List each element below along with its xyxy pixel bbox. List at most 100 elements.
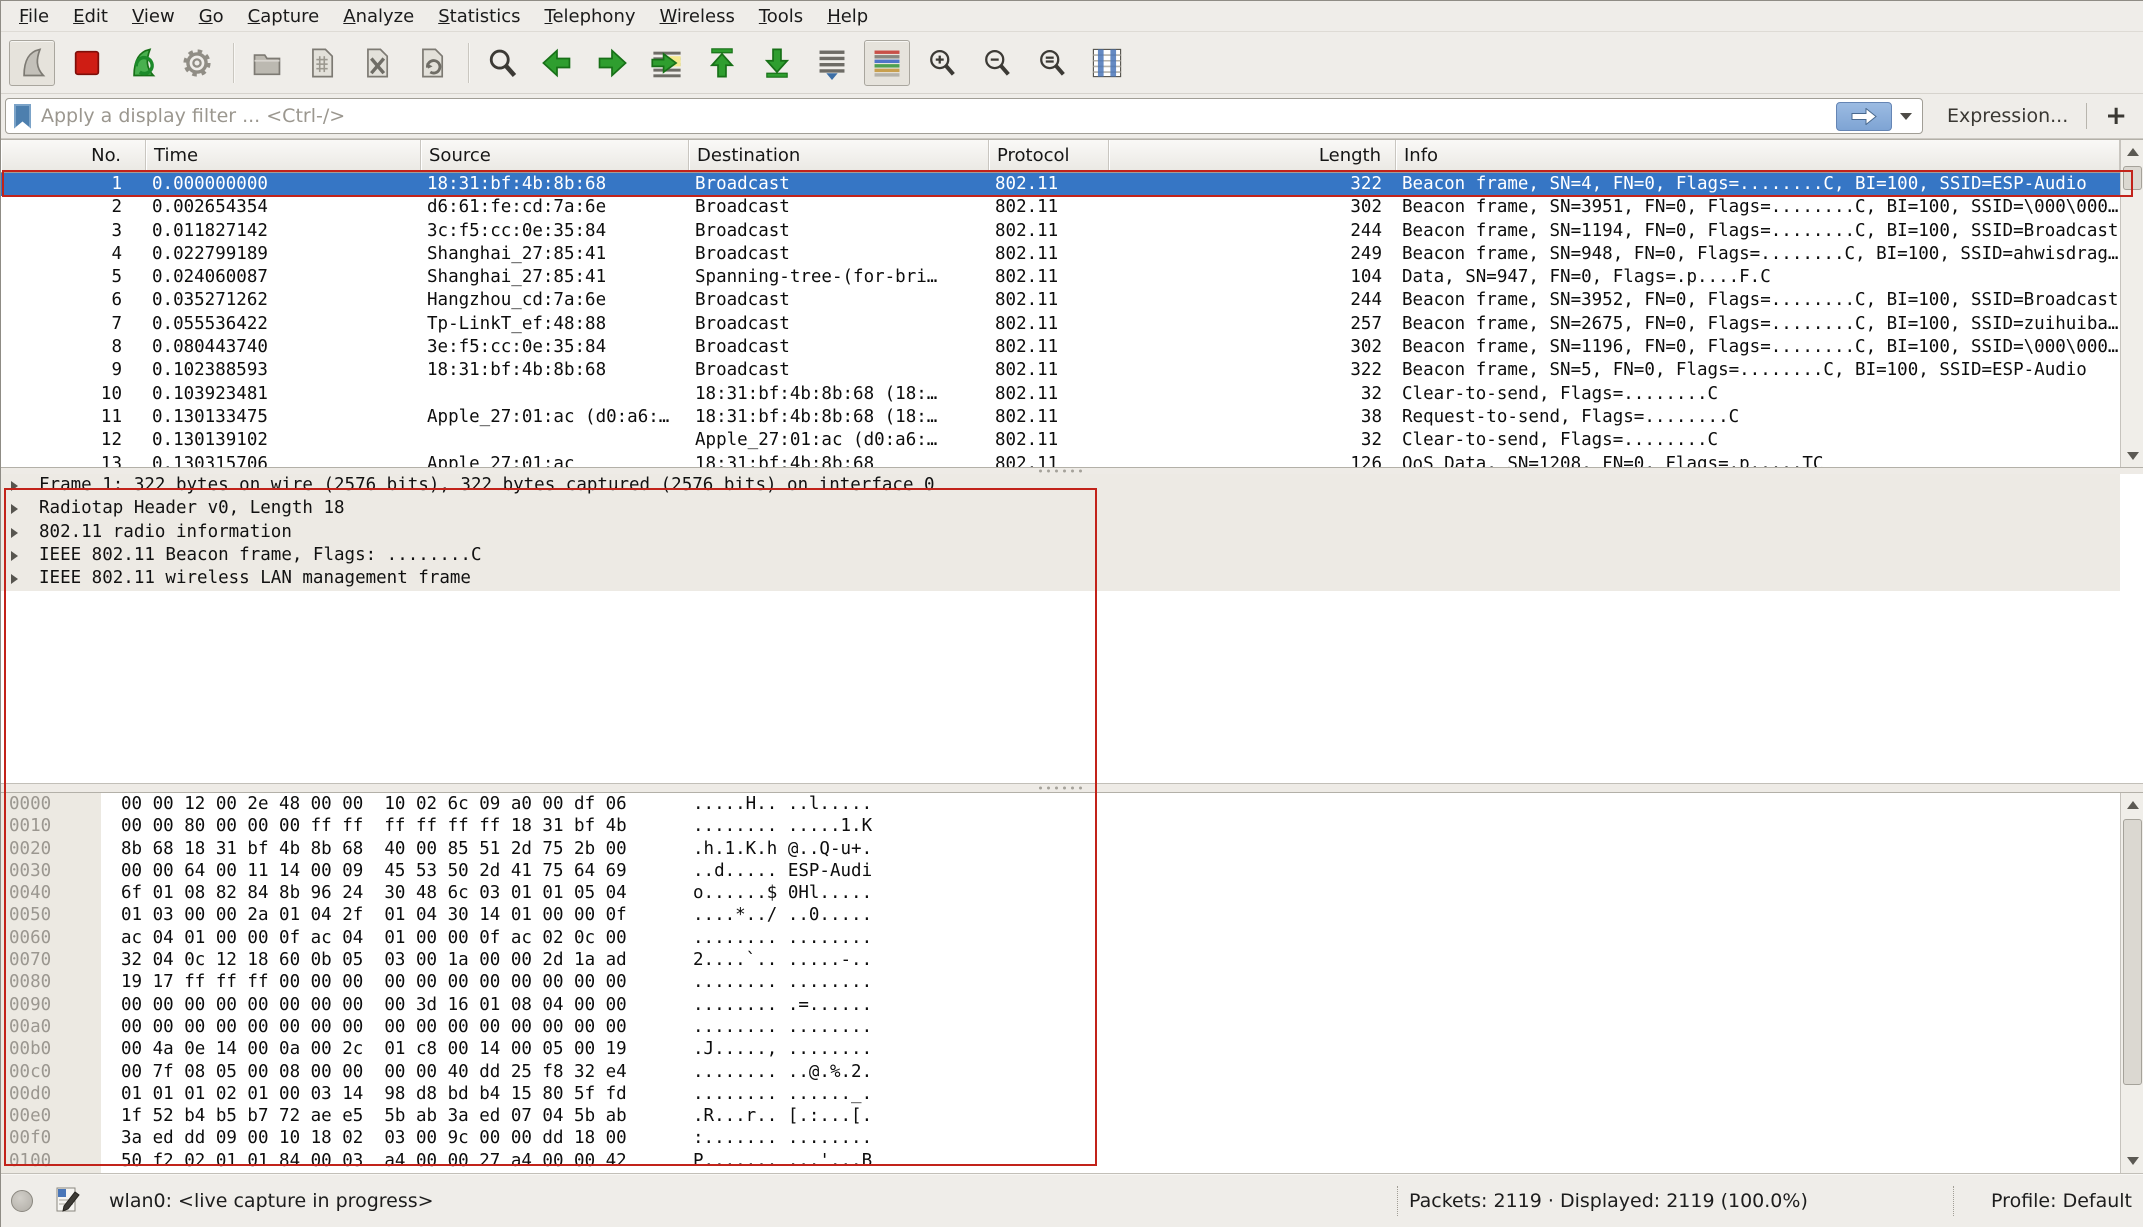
hex-ascii[interactable]: ........ ..@.%.2.	[693, 1061, 872, 1083]
go-first-packet-button[interactable]	[699, 40, 745, 86]
packet-bytes-scrollbar[interactable]	[2120, 793, 2143, 1173]
packet-row-6[interactable]: 60.035271262Hangzhou_cd:7a:6eBroadcast80…	[1, 289, 2120, 312]
hex-bytes[interactable]: 00 00 64 00 11 14 00 09 45 53 50 2d 41 7…	[121, 860, 627, 882]
hex-ascii[interactable]: .h.1.K.h @..Q-u+.	[693, 838, 872, 860]
scrollbar-thumb[interactable]	[2123, 819, 2142, 1085]
column-header-no[interactable]: No.	[1, 140, 146, 172]
hex-bytes[interactable]: 01 01 01 02 01 00 03 14 98 d8 bd b4 15 8…	[121, 1083, 627, 1105]
menu-capture[interactable]: Capture	[236, 3, 332, 30]
open-file-button[interactable]	[244, 40, 290, 86]
hex-ascii[interactable]: .R...r.. [.:...[.	[693, 1105, 872, 1127]
save-file-button[interactable]	[299, 40, 345, 86]
splitter-grip[interactable]	[1039, 470, 1082, 473]
hex-bytes[interactable]: 01 03 00 00 2a 01 04 2f 01 04 30 14 01 0…	[121, 904, 627, 926]
capture-comment-icon[interactable]	[55, 1185, 81, 1217]
menu-analyze[interactable]: Analyze	[331, 3, 426, 30]
packet-row-9[interactable]: 90.10238859318:31:bf:4b:8b:68Broadcast80…	[1, 359, 2120, 382]
menu-telephony[interactable]: Telephony	[533, 3, 648, 30]
scroll-down-arrow[interactable]	[2121, 444, 2143, 467]
colorize-packets-button[interactable]	[864, 40, 910, 86]
menu-edit[interactable]: Edit	[61, 3, 120, 30]
expand-arrow-icon[interactable]	[11, 504, 18, 514]
packet-row-11[interactable]: 110.130133475Apple_27:01:ac (d0:a6:…18:3…	[1, 406, 2120, 429]
menu-help[interactable]: Help	[815, 3, 880, 30]
hex-bytes[interactable]: 00 00 80 00 00 00 ff ff ff ff ff ff 18 3…	[121, 815, 627, 837]
pane-splitter[interactable]	[1, 467, 2143, 474]
packet-row-13[interactable]: 130.130315706Apple_27:01:ac18:31:bf:4b:8…	[1, 453, 2120, 467]
hex-bytes[interactable]: 00 00 00 00 00 00 00 00 00 00 00 00 00 0…	[121, 1016, 627, 1038]
go-to-packet-button[interactable]	[644, 40, 690, 86]
stop-capture-button[interactable]	[64, 40, 110, 86]
hex-bytes[interactable]: 19 17 ff ff ff 00 00 00 00 00 00 00 00 0…	[121, 971, 627, 993]
column-header-proto[interactable]: Protocol	[989, 140, 1109, 172]
hex-row-0040[interactable]: 00406f 01 08 82 84 8b 96 24 30 48 6c 03 …	[1, 882, 2143, 904]
hex-row-00f0[interactable]: 00f03a ed dd 09 00 10 18 02 03 00 9c 00 …	[1, 1127, 2143, 1149]
display-filter-input[interactable]	[41, 105, 1836, 127]
expert-info-icon[interactable]	[11, 1190, 33, 1212]
hex-bytes[interactable]: 00 00 12 00 2e 48 00 00 10 02 6c 09 a0 0…	[121, 793, 627, 815]
hex-row-00e0[interactable]: 00e01f 52 b4 b5 b7 72 ae e5 5b ab 3a ed …	[1, 1105, 2143, 1127]
expand-arrow-icon[interactable]	[11, 551, 18, 561]
scroll-up-arrow[interactable]	[2121, 793, 2143, 817]
hex-bytes[interactable]: 00 00 00 00 00 00 00 00 00 3d 16 01 08 0…	[121, 994, 627, 1016]
packet-row-12[interactable]: 120.130139102Apple_27:01:ac (d0:a6:…802.…	[1, 429, 2120, 452]
detail-row-1[interactable]: Frame 1: 322 bytes on wire (2576 bits), …	[1, 474, 2143, 497]
packet-row-10[interactable]: 100.10392348118:31:bf:4b:8b:68 (18:…802.…	[1, 383, 2120, 406]
packet-row-2[interactable]: 20.002654354d6:61:fe:cd:7a:6eBroadcast80…	[1, 196, 2120, 219]
hex-row-0050[interactable]: 005001 03 00 00 2a 01 04 2f 01 04 30 14 …	[1, 904, 2143, 926]
packet-list-scrollbar[interactable]	[2120, 140, 2143, 467]
hex-bytes[interactable]: 00 4a 0e 14 00 0a 00 2c 01 c8 00 14 00 0…	[121, 1038, 627, 1060]
scroll-up-arrow[interactable]	[2121, 140, 2143, 164]
scroll-down-arrow[interactable]	[2121, 1149, 2143, 1173]
menu-tools[interactable]: Tools	[747, 3, 815, 30]
restart-capture-button[interactable]	[119, 40, 165, 86]
find-packet-button[interactable]	[479, 40, 525, 86]
hex-row-0000[interactable]: 000000 00 12 00 2e 48 00 00 10 02 6c 09 …	[1, 793, 2143, 815]
hex-ascii[interactable]: .....H.. ..l.....	[693, 793, 872, 815]
hex-ascii[interactable]: :....... ........	[693, 1127, 872, 1149]
hex-ascii[interactable]: ........ ........	[693, 927, 872, 949]
go-last-packet-button[interactable]	[754, 40, 800, 86]
packet-row-7[interactable]: 70.055536422Tp-LinkT_ef:48:88Broadcast80…	[1, 313, 2120, 336]
hex-bytes[interactable]: 6f 01 08 82 84 8b 96 24 30 48 6c 03 01 0…	[121, 882, 627, 904]
capture-options-button[interactable]	[174, 40, 220, 86]
column-header-info[interactable]: Info	[1396, 140, 2120, 172]
expand-arrow-icon[interactable]	[11, 528, 18, 538]
hex-row-0090[interactable]: 009000 00 00 00 00 00 00 00 00 3d 16 01 …	[1, 994, 2143, 1016]
hex-ascii[interactable]: ........ ......_.	[693, 1083, 872, 1105]
auto-scroll-button[interactable]	[809, 40, 855, 86]
hex-row-0010[interactable]: 001000 00 80 00 00 00 ff ff ff ff ff ff …	[1, 815, 2143, 837]
start-capture-button[interactable]	[9, 40, 55, 86]
hex-bytes[interactable]: ac 04 01 00 00 0f ac 04 01 00 00 0f ac 0…	[121, 927, 627, 949]
packet-row-1[interactable]: 10.00000000018:31:bf:4b:8b:68Broadcast80…	[1, 173, 2120, 196]
menu-wireless[interactable]: Wireless	[648, 3, 747, 30]
profile-button[interactable]: Profile: Default	[1991, 1190, 2132, 1212]
column-header-time[interactable]: Time	[146, 140, 421, 172]
hex-bytes[interactable]: 3a ed dd 09 00 10 18 02 03 00 9c 00 00 d…	[121, 1127, 627, 1149]
packet-row-3[interactable]: 30.0118271423c:f5:cc:0e:35:84Broadcast80…	[1, 220, 2120, 243]
hex-bytes[interactable]: 1f 52 b4 b5 b7 72 ae e5 5b ab 3a ed 07 0…	[121, 1105, 627, 1127]
hex-row-0020[interactable]: 00208b 68 18 31 bf 4b 8b 68 40 00 85 51 …	[1, 838, 2143, 860]
menu-statistics[interactable]: Statistics	[426, 3, 532, 30]
hex-ascii[interactable]: o......$ 0Hl.....	[693, 882, 872, 904]
column-header-source[interactable]: Source	[421, 140, 689, 172]
hex-bytes[interactable]: 50 f2 02 01 01 84 00 03 a4 00 00 27 a4 0…	[121, 1150, 627, 1172]
go-back-button[interactable]	[534, 40, 580, 86]
filter-bookmark-icon[interactable]	[14, 104, 31, 129]
hex-row-00b0[interactable]: 00b000 4a 0e 14 00 0a 00 2c 01 c8 00 14 …	[1, 1038, 2143, 1060]
detail-row-2[interactable]: Radiotap Header v0, Length 18	[1, 497, 2143, 520]
hex-ascii[interactable]: ........ ........	[693, 1016, 872, 1038]
hex-ascii[interactable]: ..d..... ESP-Audi	[693, 860, 872, 882]
hex-row-0060[interactable]: 0060ac 04 01 00 00 0f ac 04 01 00 00 0f …	[1, 927, 2143, 949]
packet-row-4[interactable]: 40.022799189Shanghai_27:85:41Broadcast80…	[1, 243, 2120, 266]
zoom-out-button[interactable]	[974, 40, 1020, 86]
filter-history-caret[interactable]	[1900, 113, 1912, 120]
hex-ascii[interactable]: P....... ...'...B	[693, 1150, 872, 1172]
add-filter-button[interactable]: +	[2105, 103, 2127, 129]
hex-bytes[interactable]: 00 7f 08 05 00 08 00 00 00 00 40 dd 25 f…	[121, 1061, 627, 1083]
packet-row-5[interactable]: 50.024060087Shanghai_27:85:41Spanning-tr…	[1, 266, 2120, 289]
apply-filter-button[interactable]	[1836, 102, 1892, 131]
hex-ascii[interactable]: .J....., ........	[693, 1038, 872, 1060]
reload-file-button[interactable]	[409, 40, 455, 86]
pane-splitter[interactable]	[1, 783, 2143, 793]
